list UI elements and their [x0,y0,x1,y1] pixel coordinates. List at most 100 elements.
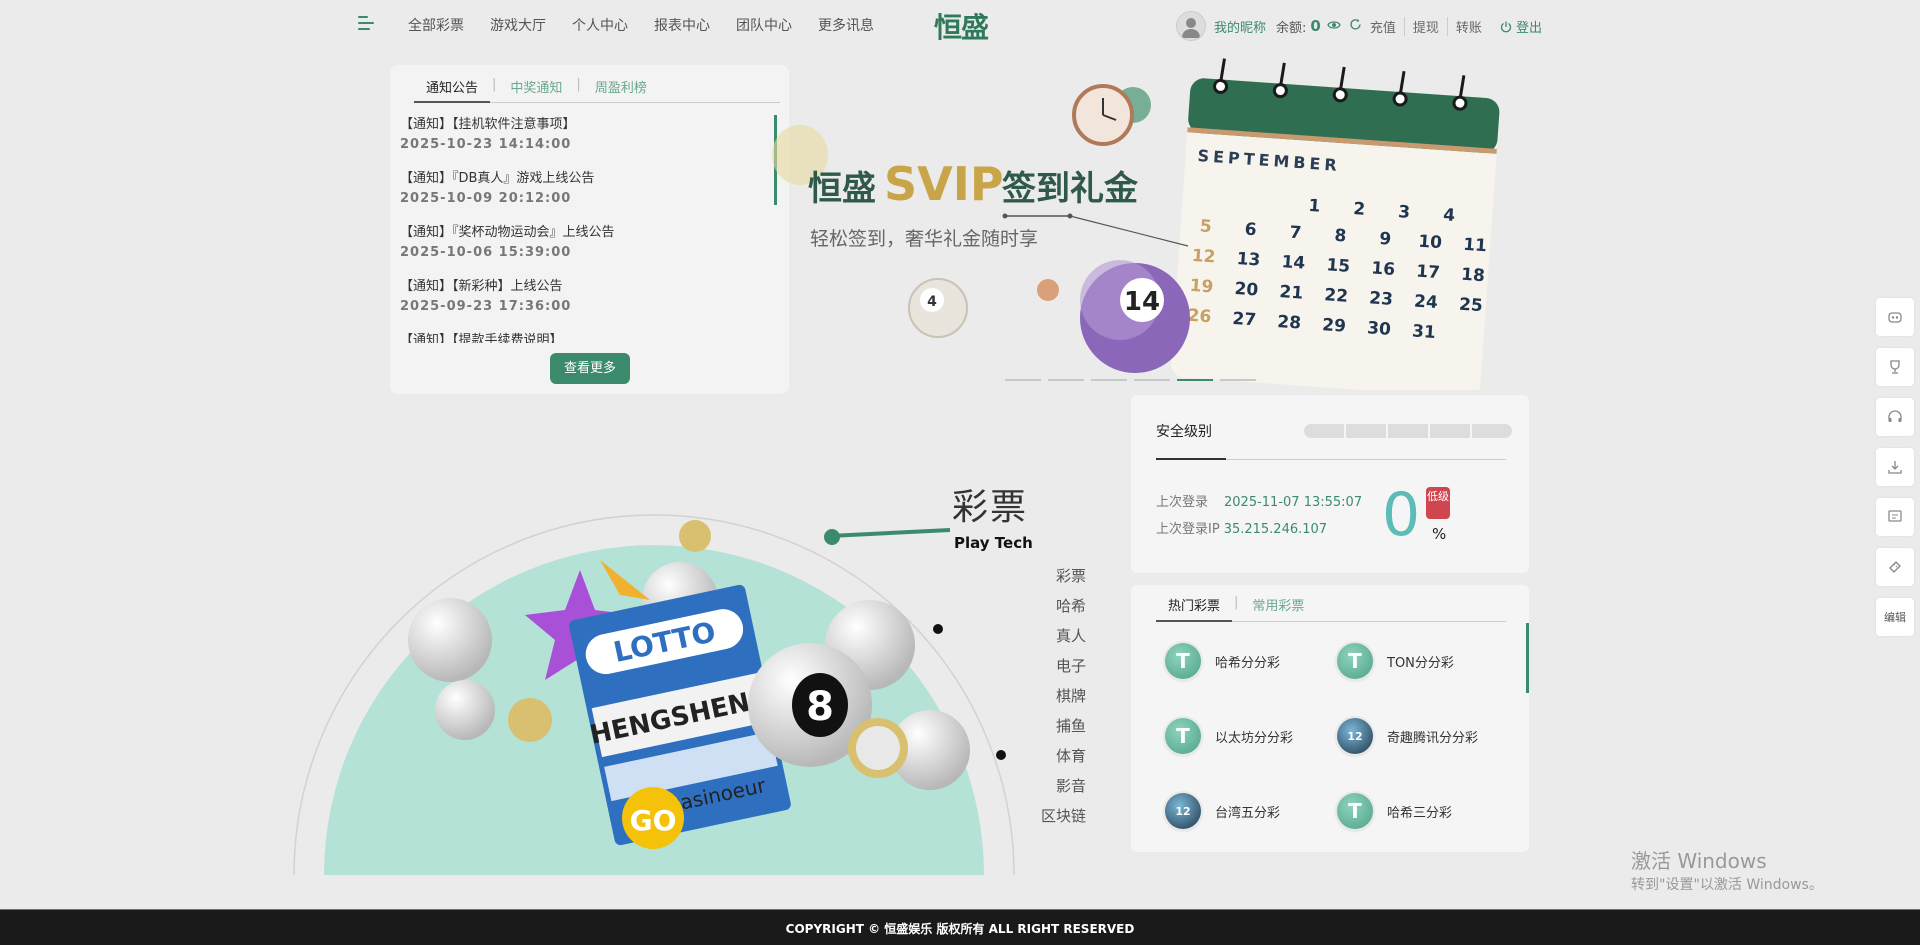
lottery-name: 以太坊分分彩 [1215,730,1294,746]
banner-dot[interactable] [1005,379,1041,381]
lottery-name: 哈希三分彩 [1387,805,1453,821]
calendar-day: 17 [1416,262,1441,284]
nav-report-center[interactable]: 报表中心 [654,15,710,35]
calendar-day: 22 [1324,285,1349,307]
small-ball-number: 4 [927,294,937,310]
calendar-day: 16 [1371,258,1396,280]
list-item[interactable]: T 以太坊分分彩 [1165,718,1293,754]
robot-icon[interactable] [1876,298,1914,336]
banner-art: SEPTEMBER 1 2 3 4 5 6 7 8 9 10 11 12 13 … [772,58,1500,398]
list-item[interactable]: 【通知】『DB真人』游戏上线公告 2025-10-09 20:12:00 [400,169,770,223]
category-list: 彩票 哈希 真人 电子 棋牌 捕鱼 体育 影音 区块链 [1030,565,1086,835]
nav-all-lottery[interactable]: 全部彩票 [408,15,464,35]
level-bar [1388,424,1428,438]
category-cards[interactable]: 棋牌 [1030,685,1086,715]
list-item[interactable]: 12 奇趣腾讯分分彩 [1337,718,1478,754]
message-icon[interactable] [1876,498,1914,536]
last-ip-value: 35.215.246.107 [1223,522,1328,537]
download-icon[interactable] [1876,448,1914,486]
calendar-day: 28 [1277,312,1302,334]
calendar-day: 31 [1411,321,1436,343]
category-fishing[interactable]: 捕鱼 [1030,715,1086,745]
list-item[interactable]: 【通知】【挂机软件注意事项】 2025-10-23 14:14:00 [400,115,770,169]
footer-copyright: COPYRIGHT © 恒盛娱乐 版权所有 ALL RIGHT RESERVED [0,909,1920,945]
site-logo[interactable]: 恒盛 [934,6,989,46]
trophy-icon[interactable] [1876,348,1914,386]
refresh-icon[interactable] [1349,18,1362,35]
nav-game-hall[interactable]: 游戏大厅 [490,15,546,35]
lottery-ball-icon: 12 [1165,793,1201,829]
level-bar [1472,424,1512,438]
level-badge: 低级 [1426,487,1450,519]
user-nickname[interactable]: 我的昵称 [1214,17,1266,36]
security-level-value: 0 [1382,480,1421,550]
list-item[interactable]: 【通知】【新彩种】上线公告 2025-09-23 17:36:00 [400,277,770,331]
list-item[interactable]: 【通知】『奖杯动物运动会』上线公告 2025-10-06 15:39:00 [400,223,770,277]
svip-banner[interactable]: SEPTEMBER 1 2 3 4 5 6 7 8 9 10 11 12 13 … [740,50,1540,398]
category-title: 彩票 [952,487,1029,528]
last-login-value: 2025-11-07 13:55:07 [1224,495,1363,510]
headset-icon[interactable] [1876,398,1914,436]
banner-dot[interactable] [1134,379,1170,381]
banner-brand: 恒盛 [808,169,876,209]
level-bar [1346,424,1386,438]
calendar-day: 18 [1460,265,1485,287]
list-item[interactable]: 12 台湾五分彩 [1165,793,1280,829]
power-icon [1500,21,1511,32]
hot-scrollbar[interactable] [1526,623,1529,693]
avatar[interactable] [1176,11,1206,41]
banner-dot[interactable] [1220,379,1256,381]
calendar-day: 4 [1442,205,1455,226]
nav-personal-center[interactable]: 个人中心 [572,15,628,35]
tab-win-notices[interactable]: 中奖通知 [498,77,574,102]
view-more-button[interactable]: 查看更多 [550,353,630,384]
list-item[interactable]: 【通知】【提款手续费说明】 [400,331,770,343]
lottery-showcase[interactable]: LOTTO HENGSHENG casinoeur 8 GO [290,480,1050,876]
floating-sidebar: 编辑 [1876,298,1916,648]
lottery-art: LOTTO HENGSHENG casinoeur 8 GO [293,514,1015,876]
list-item[interactable]: T 哈希三分彩 [1337,793,1452,829]
calendar-day: 10 [1418,232,1443,254]
category-live[interactable]: 真人 [1030,625,1086,655]
watermark-line1: 激活 Windows [1631,849,1767,873]
tab-common-lottery[interactable]: 常用彩票 [1240,595,1316,621]
banner-dot[interactable] [1048,379,1084,381]
calendar-day: 27 [1232,309,1257,331]
banner-dot[interactable] [1091,379,1127,381]
notice-tabs: 通知公告 | 中奖通知 | 周盈利榜 [414,77,780,103]
calendar-day: 15 [1326,255,1351,277]
logout-button[interactable]: 登出 [1500,17,1542,36]
notice-title: 【通知】【挂机软件注意事项】 [400,117,576,132]
withdraw-link[interactable]: 提现 [1403,16,1447,36]
tab-weekly-profit[interactable]: 周盈利榜 [583,77,659,102]
notice-panel: 通知公告 | 中奖通知 | 周盈利榜 【通知】【挂机软件注意事项】 2025-10-2… [390,65,789,394]
eye-icon[interactable] [1327,19,1341,34]
category-lottery[interactable]: 彩票 [1030,565,1086,595]
lottery-ball-icon: 12 [1337,718,1373,754]
user-bar: 我的昵称 余额: 0 充值 提现 转账 登出 [1176,11,1542,41]
tab-announcements[interactable]: 通知公告 [414,77,491,103]
category-sports[interactable]: 体育 [1030,745,1086,775]
nav-more-info[interactable]: 更多讯息 [818,15,874,35]
category-hash[interactable]: 哈希 [1030,595,1086,625]
nav-team-center[interactable]: 团队中心 [736,15,792,35]
banner-dot-active[interactable] [1177,379,1213,381]
lottery-name: TON分分彩 [1387,655,1454,671]
transfer-link[interactable]: 转账 [1446,16,1490,36]
list-item[interactable]: T 哈希分分彩 [1165,643,1280,679]
category-blockchain[interactable]: 区块链 [1030,805,1086,835]
last-ip-label: 上次登录IP [1156,522,1220,537]
tab-hot-lottery[interactable]: 热门彩票 [1156,595,1233,622]
calendar-day: 7 [1289,223,1302,244]
category-slots[interactable]: 电子 [1030,655,1086,685]
list-item[interactable]: T TON分分彩 [1337,643,1454,679]
menu-icon[interactable] [358,16,376,32]
edit-button[interactable]: 编辑 [1876,598,1914,636]
category-video[interactable]: 影音 [1030,775,1086,805]
calendar-day: 29 [1322,315,1347,337]
deposit-link[interactable]: 充值 [1370,17,1404,36]
ticket-icon[interactable] [1876,548,1914,586]
banner-pagination [1005,379,1263,381]
calendar-day: 5 [1199,216,1212,237]
balance-label: 余额: [1276,20,1307,36]
